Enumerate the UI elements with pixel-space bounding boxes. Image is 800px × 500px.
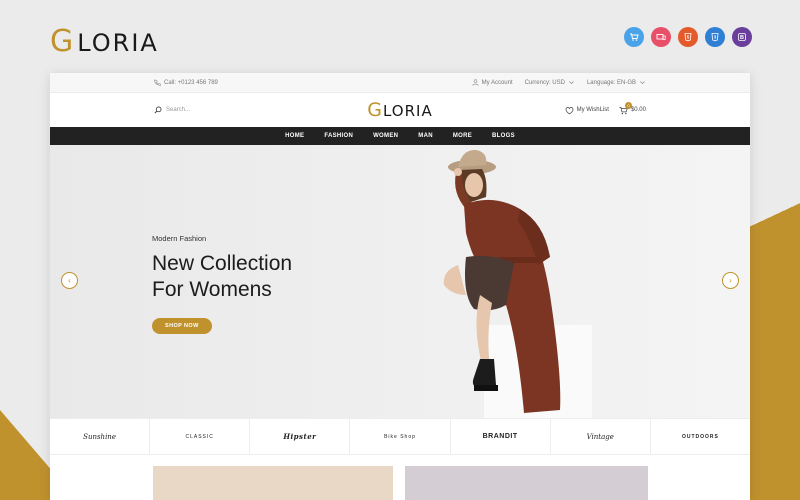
phone-text: Call: +0123 456 789 bbox=[164, 79, 218, 86]
account-link[interactable]: My Account bbox=[472, 79, 513, 86]
nav-more[interactable]: MORE bbox=[443, 133, 482, 139]
slider-next-button[interactable]: › bbox=[722, 272, 739, 289]
cart-total: $0.00 bbox=[630, 107, 646, 113]
shop-now-button[interactable]: SHOP NOW bbox=[152, 318, 212, 334]
topbar: Call: +0123 456 789 My Account Currency:… bbox=[50, 73, 750, 93]
phone-contact: Call: +0123 456 789 bbox=[154, 79, 218, 86]
currency-label: Currency: USD bbox=[524, 79, 565, 86]
hero-model-image bbox=[443, 149, 592, 418]
site-logo-text: LORIA bbox=[382, 102, 433, 120]
brand-logo-initial: G bbox=[50, 24, 76, 59]
main-nav: HOME FASHION WOMEN MAN MORE BLOGS bbox=[50, 127, 750, 145]
cart-link[interactable]: 0 $0.00 bbox=[619, 101, 646, 115]
category-banner-image[interactable] bbox=[405, 466, 648, 500]
user-icon bbox=[472, 79, 479, 86]
site-logo-initial: G bbox=[367, 99, 383, 121]
brand-logo-item[interactable]: OUTDOORS bbox=[651, 419, 750, 454]
search-icon[interactable] bbox=[154, 106, 162, 114]
hero-subtitle: Modern Fashion bbox=[152, 234, 207, 243]
hero-title-line2: For Womens bbox=[152, 278, 272, 301]
slider-prev-button[interactable]: ‹ bbox=[61, 272, 78, 289]
nav-blogs[interactable]: BLOGS bbox=[482, 133, 525, 139]
feature-badges: 5 3 B bbox=[624, 27, 752, 47]
nav-women[interactable]: WOMEN bbox=[363, 133, 408, 139]
search-box[interactable]: Search... bbox=[154, 106, 304, 114]
brand-logo-item[interactable]: Sunshine bbox=[50, 419, 151, 454]
currency-selector[interactable]: Currency: USD bbox=[525, 79, 575, 86]
heart-icon bbox=[565, 106, 573, 114]
wishlist-link[interactable]: My WishList bbox=[565, 106, 609, 115]
hero-title-line1: New Collection bbox=[152, 252, 293, 275]
hero-slider: Modern Fashion New Collection For Womens… bbox=[50, 145, 750, 418]
cart-count-badge: 0 bbox=[624, 101, 632, 109]
category-banner-image[interactable] bbox=[153, 466, 393, 500]
search-input[interactable]: Search... bbox=[166, 107, 190, 113]
nav-man[interactable]: MAN bbox=[408, 133, 443, 139]
brand-logo-text: LORIA bbox=[77, 29, 159, 57]
brand-logo-item[interactable]: Hipster bbox=[250, 419, 351, 454]
brand-logo: G LORIA bbox=[50, 24, 159, 59]
brand-logo-item[interactable]: CLASSIC bbox=[150, 419, 251, 454]
phone-icon bbox=[154, 79, 161, 86]
cart-badge-icon bbox=[624, 27, 644, 47]
responsive-badge-icon bbox=[651, 27, 671, 47]
html5-badge-icon: 5 bbox=[678, 27, 698, 47]
brand-logo-item[interactable]: Vintage bbox=[551, 419, 651, 454]
chevron-down-icon bbox=[569, 81, 574, 85]
nav-home[interactable]: HOME bbox=[275, 133, 314, 139]
brand-logos-strip: Sunshine CLASSIC Hipster Bike Shop BRAND… bbox=[50, 418, 750, 455]
hero-text: Modern Fashion New Collection For Womens… bbox=[152, 234, 292, 334]
bootstrap-badge-icon: B bbox=[732, 27, 752, 47]
language-label: Language: EN-GB bbox=[586, 79, 636, 86]
svg-text:5: 5 bbox=[687, 35, 690, 40]
nav-fashion[interactable]: FASHION bbox=[314, 133, 363, 139]
site-preview-window: Call: +0123 456 789 My Account Currency:… bbox=[50, 73, 750, 500]
brand-logo-item[interactable]: BRANDIT bbox=[451, 419, 551, 454]
account-label: My Account bbox=[481, 79, 513, 86]
language-selector[interactable]: Language: EN-GB bbox=[587, 79, 646, 86]
site-header: Search... G LORIA My WishList 0 $0.00 bbox=[50, 93, 750, 127]
svg-text:B: B bbox=[740, 35, 744, 41]
brand-logo-item[interactable]: Bike Shop bbox=[350, 419, 451, 454]
css3-badge-icon: 3 bbox=[705, 27, 725, 47]
category-tiles bbox=[50, 455, 750, 500]
chevron-down-icon bbox=[640, 81, 645, 85]
site-logo[interactable]: G LORIA bbox=[367, 99, 432, 121]
svg-text:3: 3 bbox=[714, 35, 717, 40]
wishlist-label: My WishList bbox=[576, 107, 609, 113]
